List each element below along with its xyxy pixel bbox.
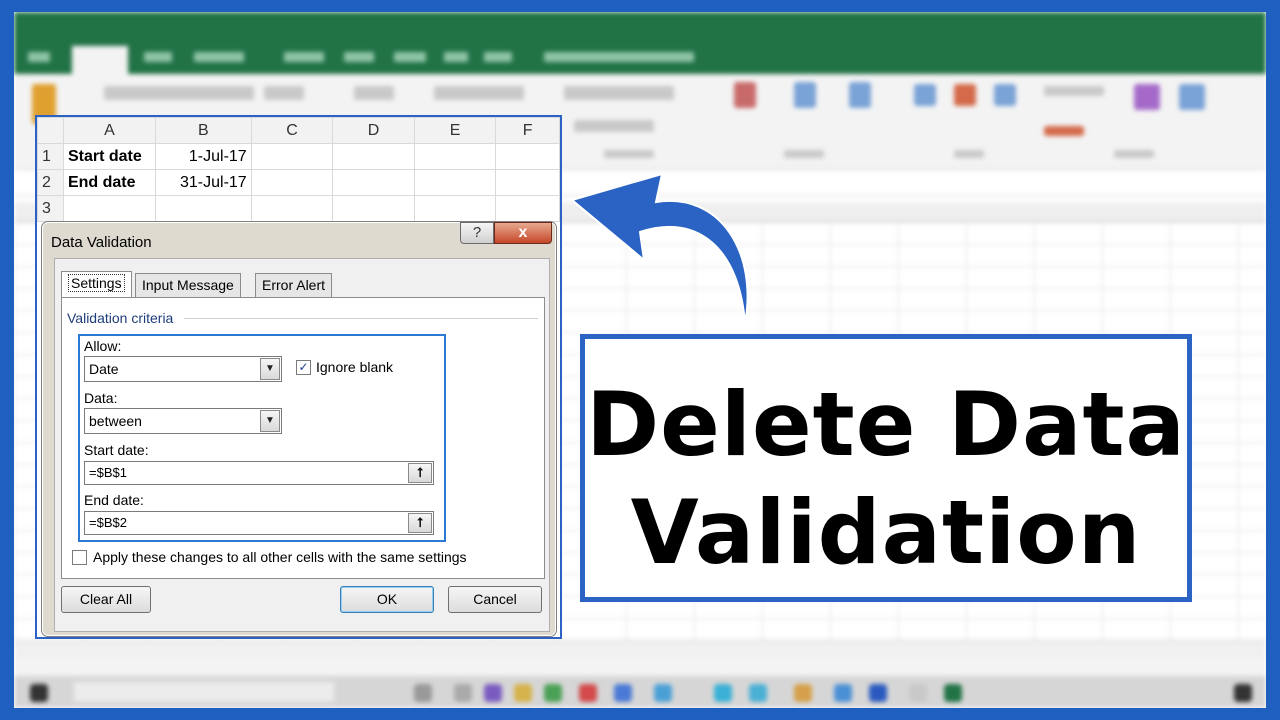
clear-all-button[interactable]: Clear All [61, 586, 151, 613]
allow-label: Allow: [84, 338, 122, 354]
cell-d1[interactable] [332, 143, 415, 170]
cancel-button[interactable]: Cancel [448, 586, 542, 613]
dialog-body: Settings Input Message Error Alert Valid… [54, 258, 550, 632]
cell-f2[interactable] [495, 169, 560, 196]
start-date-label: Start date: [84, 442, 149, 458]
cell-c1[interactable] [250, 143, 334, 170]
column-header-row: A B C D E F [37, 117, 560, 144]
column-header-f[interactable]: F [495, 117, 560, 144]
section-divider [184, 318, 538, 319]
dialog-title: Data Validation [51, 234, 152, 251]
table-row: 3 [37, 195, 560, 222]
cell-a2[interactable]: End date [62, 169, 156, 196]
table-row: 1 Start date 1-Jul-17 [37, 143, 560, 170]
cell-d2[interactable] [332, 169, 415, 196]
column-header-d[interactable]: D [332, 117, 415, 144]
cell-c2[interactable] [250, 169, 334, 196]
cell-b3[interactable] [154, 195, 252, 222]
row-header[interactable]: 1 [37, 143, 64, 170]
status-bar [14, 658, 1266, 676]
range-select-icon[interactable]: ⭡ [408, 463, 432, 483]
apply-all-checkbox[interactable] [72, 550, 87, 565]
curved-arrow-icon [569, 172, 749, 325]
row-header[interactable]: 3 [37, 195, 64, 222]
table-row: 2 End date 31-Jul-17 [37, 169, 560, 196]
row-header[interactable]: 2 [37, 169, 64, 196]
cell-f1[interactable] [495, 143, 560, 170]
cell-f3[interactable] [495, 195, 560, 222]
start-date-input[interactable]: =$B$1 ⭡ [84, 461, 434, 485]
excel-title-bar [14, 12, 1266, 42]
spreadsheet-panel: A B C D E F 1 Start date 1-Jul-17 2 End … [35, 115, 562, 639]
column-header-b[interactable]: B [154, 117, 252, 144]
column-header-c[interactable]: C [250, 117, 334, 144]
data-label: Data: [84, 390, 118, 406]
tab-error-alert[interactable]: Error Alert [255, 273, 333, 297]
cell-e2[interactable] [413, 169, 497, 196]
ribbon-tab-strip [14, 42, 1266, 74]
title-line-1: Delete Data [586, 373, 1186, 476]
ignore-blank-label[interactable]: Ignore blank [316, 359, 393, 375]
tab-settings[interactable]: Settings [61, 271, 132, 298]
cell-a1[interactable]: Start date [62, 143, 156, 170]
title-line-2: Validation [630, 481, 1142, 584]
chevron-down-icon[interactable]: ▼ [260, 358, 280, 380]
settings-pane: Validation criteria Allow: Date ▼ ✓ Igno… [61, 297, 545, 579]
windows-taskbar [14, 676, 1266, 708]
end-date-value: =$B$2 [89, 515, 127, 530]
end-date-input[interactable]: =$B$2 ⭡ [84, 511, 434, 535]
allow-select[interactable]: Date ▼ [84, 356, 282, 382]
title-card: Delete Data Validation [580, 334, 1192, 602]
apply-all-label[interactable]: Apply these changes to all other cells w… [93, 549, 467, 565]
cell-e1[interactable] [413, 143, 497, 170]
ok-button[interactable]: OK [340, 586, 434, 613]
ignore-blank-checkbox[interactable]: ✓ [296, 360, 311, 375]
cell-a3[interactable] [62, 195, 156, 222]
cell-table: A B C D E F 1 Start date 1-Jul-17 2 End … [37, 117, 560, 222]
sheet-tab-strip [14, 640, 1266, 658]
cell-e3[interactable] [413, 195, 497, 222]
chevron-down-icon[interactable]: ▼ [260, 410, 280, 432]
checkmark-icon: ✓ [298, 360, 309, 374]
close-button[interactable]: x [494, 222, 552, 244]
end-date-label: End date: [84, 492, 144, 508]
cell-c3[interactable] [250, 195, 334, 222]
select-all-corner[interactable] [37, 117, 64, 144]
tab-settings-label: Settings [68, 274, 125, 292]
data-validation-dialog: Data Validation ? x Settings Input Messa… [41, 221, 557, 637]
data-select[interactable]: between ▼ [84, 408, 282, 434]
data-select-value: between [89, 413, 142, 429]
cell-b1[interactable]: 1-Jul-17 [154, 143, 252, 170]
cell-d3[interactable] [332, 195, 415, 222]
start-date-value: =$B$1 [89, 465, 127, 480]
help-icon: ? [472, 224, 482, 241]
tab-input-message[interactable]: Input Message [135, 273, 241, 297]
cell-b2[interactable]: 31-Jul-17 [154, 169, 252, 196]
validation-criteria-label: Validation criteria [67, 310, 174, 326]
column-header-e[interactable]: E [413, 117, 497, 144]
allow-select-value: Date [89, 361, 119, 377]
range-select-icon[interactable]: ⭡ [408, 513, 432, 533]
column-header-a[interactable]: A [62, 117, 156, 144]
help-button[interactable]: ? [460, 222, 494, 244]
close-icon: x [518, 224, 528, 241]
